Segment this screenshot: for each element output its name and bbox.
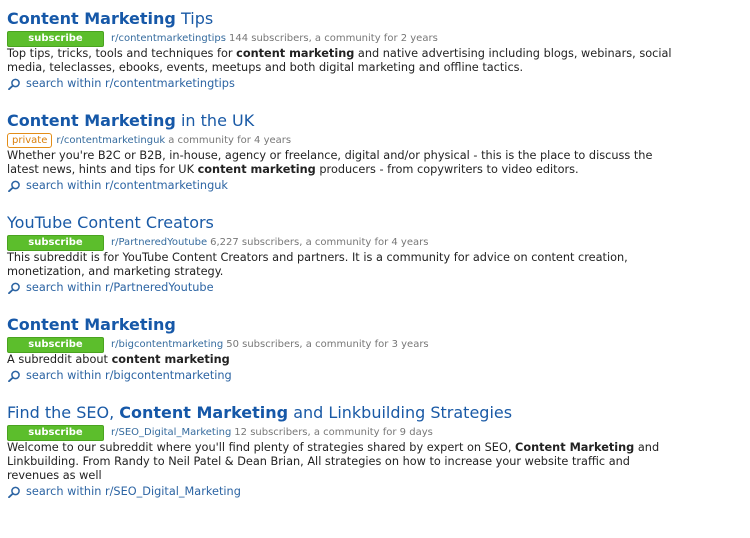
subreddit-link[interactable]: r/bigcontentmarketing — [111, 339, 223, 350]
search-within-link[interactable]: search within r/contentmarketingtips — [7, 76, 750, 91]
search-within-link[interactable]: search within r/SEO_Digital_Marketing — [7, 484, 750, 499]
community-stats: 6,227 subscribers, a community for 4 yea… — [210, 237, 429, 248]
search-icon — [8, 486, 20, 498]
result-meta: subscribe r/PartneredYoutube 6,227 subsc… — [7, 234, 750, 251]
search-within-label: search within r/SEO_Digital_Marketing — [26, 485, 241, 498]
search-within-label: search within r/contentmarketingtips — [26, 77, 235, 90]
desc-text: Welcome to our subreddit where you'll fi… — [7, 441, 516, 454]
community-stats: 50 subscribers, a community for 3 years — [226, 339, 429, 350]
result-meta: subscribe r/contentmarketingtips 144 sub… — [7, 30, 750, 47]
result-description: Top tips, tricks, tools and techniques f… — [7, 47, 672, 75]
title-highlight: Content Marketing — [7, 111, 176, 130]
result-item: Content Marketing in the UK private r/co… — [7, 110, 750, 193]
subreddit-link[interactable]: r/contentmarketinguk — [56, 135, 165, 146]
result-title-link[interactable]: YouTube Content Creators — [7, 212, 750, 233]
subscribe-button[interactable]: subscribe — [7, 30, 104, 47]
result-description: A subreddit about content marketing — [7, 353, 672, 367]
result-meta: private r/contentmarketinguk a community… — [7, 132, 750, 149]
title-highlight: Content Marketing — [119, 403, 289, 422]
result-item: Content Marketing Tips subscribe r/conte… — [7, 8, 750, 91]
search-within-label: search within r/contentmarketinguk — [26, 179, 228, 192]
search-icon — [8, 78, 20, 90]
result-item: Content Marketing subscribe r/bigcontent… — [7, 314, 750, 383]
title-text: Find the SEO, — [7, 403, 120, 422]
result-item: Find the SEO, Content Marketing and Link… — [7, 402, 750, 499]
subscribe-button[interactable]: subscribe — [7, 234, 104, 251]
title-text: Tips — [175, 9, 214, 28]
result-meta: subscribe r/bigcontentmarketing 50 subsc… — [7, 336, 750, 353]
subreddit-link[interactable]: r/PartneredYoutube — [111, 237, 207, 248]
title-highlight: Content Marketing — [7, 9, 176, 28]
desc-text: producers - from copywriters to video ed… — [315, 163, 579, 176]
search-within-label: search within r/bigcontentmarketing — [26, 369, 232, 382]
desc-highlight: content marketing — [197, 163, 316, 176]
result-description: This subreddit is for YouTube Content Cr… — [7, 251, 672, 279]
result-title-link[interactable]: Content Marketing in the UK — [7, 110, 750, 131]
private-badge: private — [7, 133, 53, 148]
result-description: Whether you're B2C or B2B, in-house, age… — [7, 149, 672, 177]
title-text: and Linkbuilding Strategies — [288, 403, 513, 422]
desc-text: A subreddit about — [7, 353, 112, 366]
search-results: Content Marketing Tips subscribe r/conte… — [0, 0, 750, 499]
result-description: Welcome to our subreddit where you'll fi… — [7, 441, 672, 483]
desc-text: This subreddit is for YouTube Content Cr… — [7, 251, 628, 278]
search-within-link[interactable]: search within r/PartneredYoutube — [7, 280, 750, 295]
result-item: YouTube Content Creators subscribe r/Par… — [7, 212, 750, 295]
community-stats: 144 subscribers, a community for 2 years — [228, 33, 438, 44]
subscribe-button[interactable]: subscribe — [7, 336, 104, 353]
result-title-link[interactable]: Content Marketing — [7, 314, 750, 335]
title-text: YouTube Content Creators — [7, 213, 214, 232]
community-stats: 12 subscribers, a community for 9 days — [234, 427, 433, 438]
search-within-link[interactable]: search within r/contentmarketinguk — [7, 178, 750, 193]
subreddit-link[interactable]: r/contentmarketingtips — [111, 33, 226, 44]
desc-text: Top tips, tricks, tools and techniques f… — [7, 47, 237, 60]
search-icon — [8, 370, 20, 382]
search-icon — [8, 180, 20, 192]
subscribe-button[interactable]: subscribe — [7, 424, 104, 441]
search-within-link[interactable]: search within r/bigcontentmarketing — [7, 368, 750, 383]
title-text: in the UK — [175, 111, 255, 130]
subreddit-link[interactable]: r/SEO_Digital_Marketing — [111, 427, 231, 438]
desc-highlight: content marketing — [111, 353, 230, 366]
result-title-link[interactable]: Find the SEO, Content Marketing and Link… — [7, 402, 750, 423]
desc-highlight: Content Marketing — [515, 441, 635, 454]
result-meta: subscribe r/SEO_Digital_Marketing 12 sub… — [7, 424, 750, 441]
title-highlight: Content Marketing — [7, 315, 176, 334]
desc-highlight: content marketing — [236, 47, 355, 60]
search-within-label: search within r/PartneredYoutube — [26, 281, 214, 294]
result-title-link[interactable]: Content Marketing Tips — [7, 8, 750, 29]
community-stats: a community for 4 years — [168, 135, 292, 146]
search-icon — [8, 282, 20, 294]
